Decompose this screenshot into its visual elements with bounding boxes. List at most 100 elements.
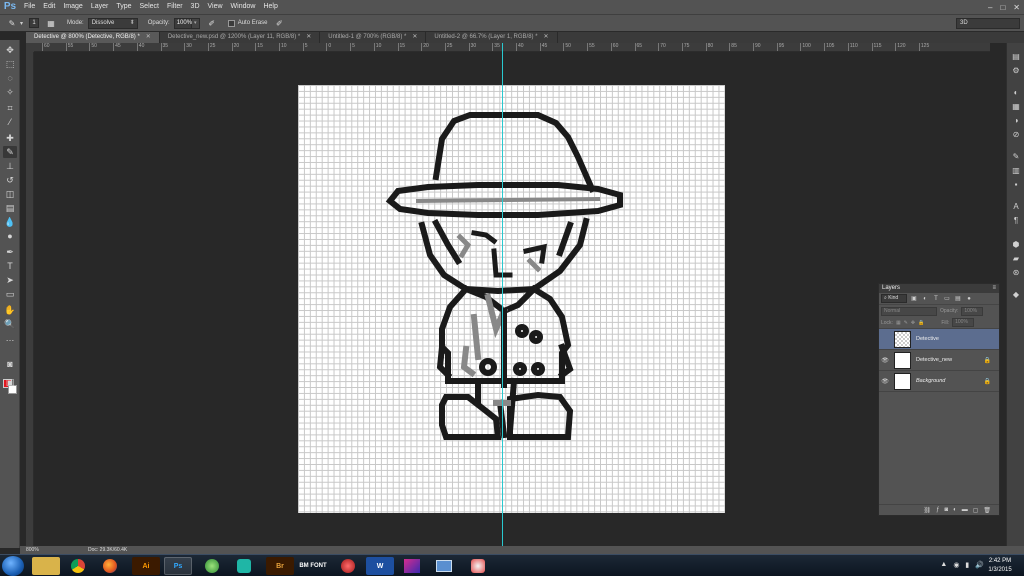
actions-panel-icon[interactable]: ⊛: [1010, 267, 1022, 278]
menu-file[interactable]: File: [20, 0, 39, 14]
blur-tool-icon[interactable]: 💧: [3, 216, 17, 228]
move-tool-icon[interactable]: ✥: [3, 44, 17, 56]
edit-toolbar-icon[interactable]: …: [3, 332, 17, 344]
lasso-tool-icon[interactable]: ◌: [3, 72, 17, 84]
marquee-tool-icon[interactable]: ⬚: [3, 58, 17, 70]
brush-size-picker[interactable]: 1: [29, 18, 40, 28]
menu-select[interactable]: Select: [136, 0, 163, 14]
network-icon[interactable]: ▮: [965, 561, 969, 569]
tray-app-icon[interactable]: ◉: [953, 561, 959, 569]
shape-tool-icon[interactable]: ▭: [3, 288, 17, 300]
tab-untitled-1[interactable]: Untitled-1 @ 700% (RGB/8) * ✕: [320, 32, 427, 43]
close-tab-icon[interactable]: ✕: [544, 34, 549, 40]
new-group-icon[interactable]: ▬: [962, 507, 968, 513]
taskbar-app-14[interactable]: [464, 557, 492, 575]
filter-pixel-icon[interactable]: ▣: [910, 295, 918, 302]
vertical-ruler[interactable]: [26, 52, 34, 546]
history-panel-icon[interactable]: ▤: [1010, 51, 1022, 62]
ruler-origin[interactable]: [26, 43, 34, 52]
opacity-dropdown-icon[interactable]: ▾: [191, 17, 200, 29]
eye-icon[interactable]: 👁: [879, 357, 891, 364]
tab-detective-new[interactable]: Detective_new.psd @ 1200% (Layer 11, RGB…: [160, 32, 321, 43]
path-selection-tool-icon[interactable]: ➤: [3, 274, 17, 286]
color-panel-icon[interactable]: ◐: [1010, 87, 1022, 98]
zoom-tool-icon[interactable]: 🔍: [3, 318, 17, 330]
menu-filter[interactable]: Filter: [163, 0, 187, 14]
menu-edit[interactable]: Edit: [39, 0, 59, 14]
filter-smart-object-icon[interactable]: ▤: [954, 295, 962, 302]
mode-select[interactable]: Dissolve: [87, 17, 138, 29]
clone-source-panel-icon[interactable]: ▪: [1010, 179, 1022, 190]
pressure-opacity-icon[interactable]: ✐: [206, 17, 218, 29]
paragraph-panel-icon[interactable]: ¶: [1010, 215, 1022, 226]
tray-up-arrow-icon[interactable]: ▲: [940, 561, 947, 569]
character-panel-icon[interactable]: A: [1010, 201, 1022, 212]
dodge-tool-icon[interactable]: ●: [3, 230, 17, 242]
taskbar-word[interactable]: W: [366, 557, 394, 575]
doc-size[interactable]: Doc: 29.3K/60.4K: [88, 546, 127, 554]
timeline-panel-icon[interactable]: ▰: [1010, 253, 1022, 264]
link-layers-icon[interactable]: ⛓: [923, 507, 931, 514]
layer-row-detective-new[interactable]: 👁 Detective_new 🔒: [879, 350, 999, 371]
brush-presets-panel-icon[interactable]: ▥: [1010, 165, 1022, 176]
taskbar-firefox[interactable]: [96, 557, 124, 575]
layers-panel-icon[interactable]: ◆: [1010, 289, 1022, 300]
healing-brush-tool-icon[interactable]: ✚: [3, 132, 17, 144]
screen-mode-icon[interactable]: ▣: [3, 376, 17, 388]
menu-3d[interactable]: 3D: [187, 0, 204, 14]
minimize-button[interactable]: –: [988, 3, 992, 12]
menu-help[interactable]: Help: [259, 0, 281, 14]
taskbar-bridge[interactable]: Br: [266, 557, 294, 575]
menu-layer[interactable]: Layer: [87, 0, 113, 14]
canvas-area[interactable]: [34, 52, 990, 546]
eyedropper-tool-icon[interactable]: ⁄: [3, 116, 17, 128]
panel-menu-icon[interactable]: ≡: [992, 284, 996, 293]
horizontal-ruler[interactable]: 60 55 50 45 40 35 30 25 20 15 10 5 0 5 10 15 20 25 30 35 40 4…: [34, 43, 990, 52]
maximize-button[interactable]: □: [1000, 3, 1005, 12]
tool-preset-arrow-icon[interactable]: ▾: [18, 20, 25, 27]
taskbar-app-10[interactable]: [334, 557, 362, 575]
filter-toggle-icon[interactable]: ●: [965, 296, 973, 302]
pencil-tool-icon[interactable]: ✎: [3, 146, 17, 158]
auto-erase-checkbox[interactable]: [227, 19, 235, 27]
new-layer-icon[interactable]: ▢: [973, 507, 979, 514]
swatches-panel-icon[interactable]: ▦: [1010, 101, 1022, 112]
quick-mask-icon[interactable]: ◙: [3, 358, 17, 370]
eraser-tool-icon[interactable]: ◫: [3, 188, 17, 200]
layer-row-background[interactable]: 👁 Background 🔒: [879, 371, 999, 392]
menu-window[interactable]: Window: [227, 0, 260, 14]
lock-pixels-icon[interactable]: ✎: [904, 320, 908, 326]
volume-icon[interactable]: 🔊: [975, 561, 984, 569]
taskbar-app-12[interactable]: [398, 557, 426, 575]
pen-tool-icon[interactable]: ✒: [3, 246, 17, 258]
gradient-tool-icon[interactable]: ▤: [3, 202, 17, 214]
brush-panel-icon[interactable]: ▦: [45, 17, 57, 29]
crop-tool-icon[interactable]: ⌗: [3, 102, 17, 114]
taskbar-illustrator[interactable]: Ai: [132, 557, 160, 575]
close-tab-icon[interactable]: ✕: [146, 34, 151, 40]
layer-name[interactable]: Detective_new: [916, 357, 952, 363]
adjustments-panel-icon[interactable]: ◑: [1010, 115, 1022, 126]
layer-name[interactable]: Background: [916, 378, 945, 384]
taskbar-explorer[interactable]: [32, 557, 60, 575]
add-mask-icon[interactable]: ◙: [944, 507, 948, 513]
close-button[interactable]: ✕: [1013, 3, 1020, 12]
tab-untitled-2[interactable]: Untitled-2 @ 66.7% (Layer 1, RGB/8) * ✕: [426, 32, 558, 43]
taskbar-photoshop[interactable]: Ps: [164, 557, 192, 575]
layer-name[interactable]: Detective: [916, 336, 939, 342]
start-button[interactable]: [2, 556, 24, 576]
filter-adjustment-icon[interactable]: ◐: [921, 296, 929, 302]
menu-view[interactable]: View: [204, 0, 227, 14]
taskbar-app-13[interactable]: [430, 557, 458, 575]
filter-shape-icon[interactable]: ▭: [943, 295, 951, 302]
workspace-select[interactable]: 3D: [956, 18, 1020, 29]
filter-kind-select[interactable]: ⌕ Kind: [881, 294, 907, 303]
layers-panel-header[interactable]: Layers ≡: [879, 284, 999, 293]
filter-type-icon[interactable]: T: [932, 296, 940, 302]
vertical-guide[interactable]: [502, 43, 503, 546]
layer-fill-input[interactable]: 100%: [952, 318, 975, 327]
lock-transparent-icon[interactable]: ▦: [896, 320, 901, 326]
eye-icon[interactable]: 👁: [879, 378, 891, 385]
pressure-size-icon[interactable]: ✐: [273, 17, 285, 29]
lock-position-icon[interactable]: ✥: [911, 320, 915, 326]
